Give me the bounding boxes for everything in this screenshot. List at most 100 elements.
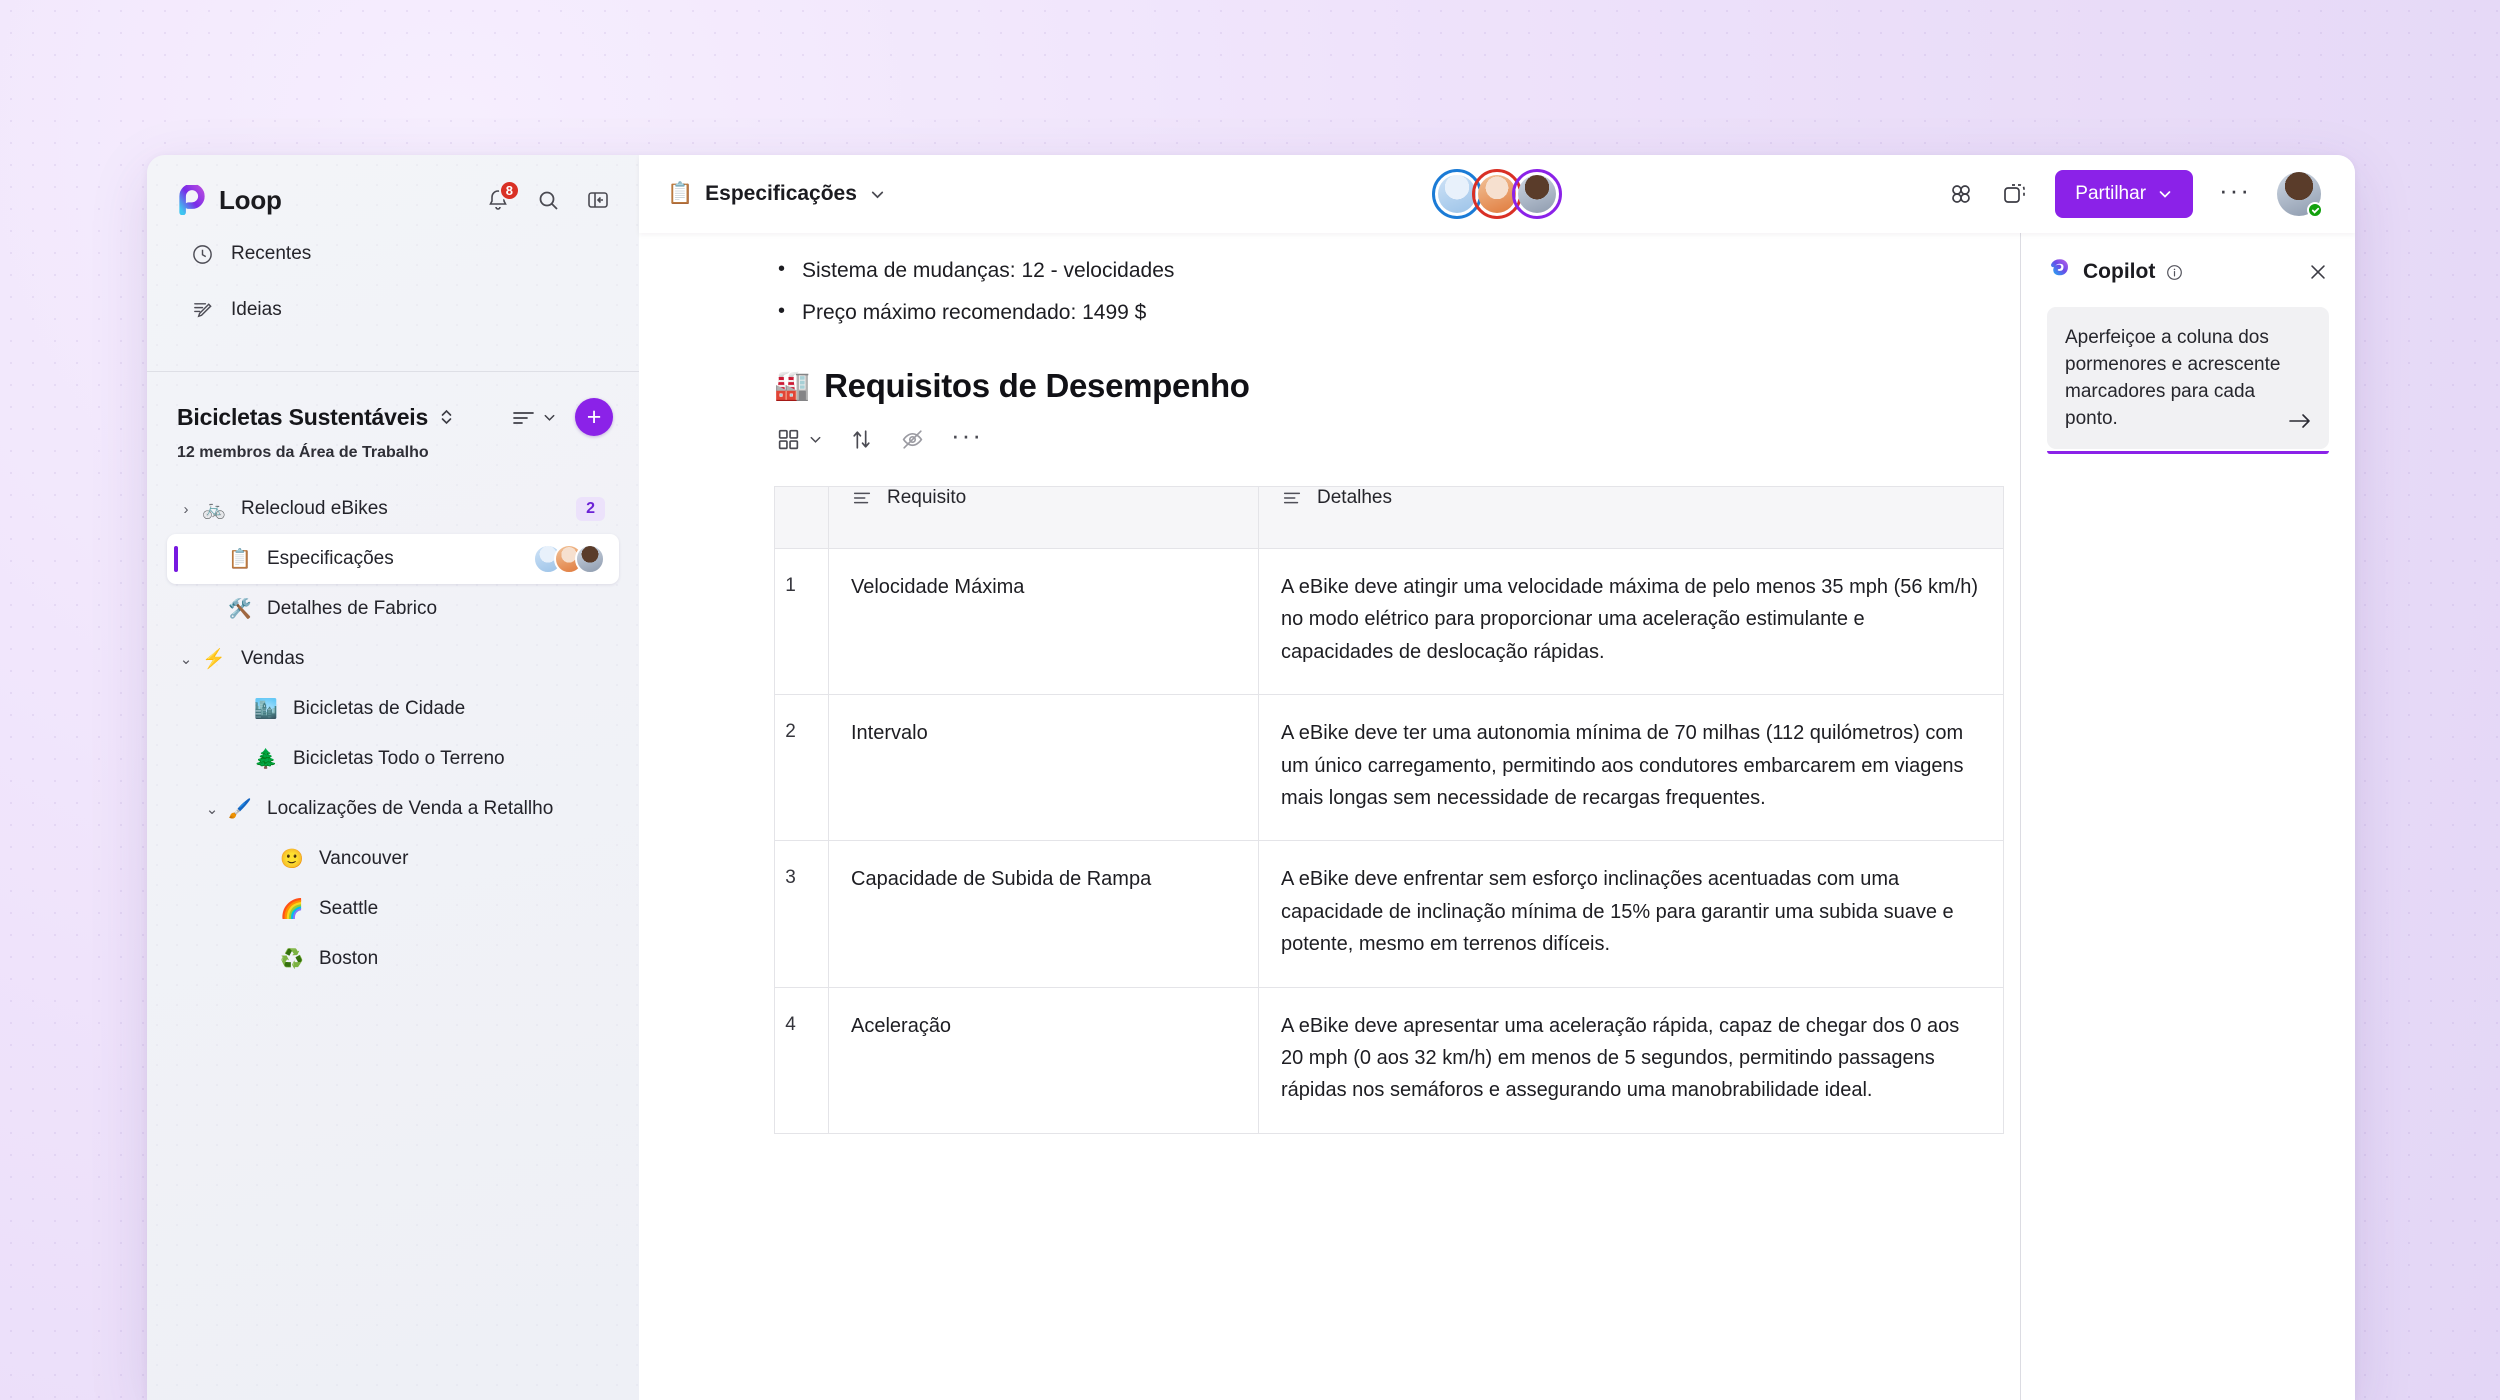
cell-requisito[interactable]: Capacidade de Subida de Rampa <box>828 840 1259 988</box>
share-button[interactable]: Partilhar <box>2055 170 2194 218</box>
page-emoji-icon: 🖌️ <box>228 798 252 820</box>
table-row[interactable]: 2 Intervalo A eBike deve ter uma autonomia… <box>774 694 2004 842</box>
sidebar-item-boston[interactable]: ♻️ Boston <box>167 934 619 984</box>
document-title: Especificações <box>705 182 857 205</box>
notifications-bell-icon[interactable]: 8 <box>483 180 520 215</box>
collapse-panel-icon[interactable] <box>583 185 613 215</box>
search-icon[interactable] <box>533 185 563 215</box>
table-header-row: Requisito Detalhes <box>774 486 2004 550</box>
requirements-table: Requisito Detalhes 1 Velocidade Máxima A… <box>774 486 2004 1134</box>
main-area: 📋 Especificações Partilhar ··· • Sistema… <box>639 155 2355 1400</box>
sidebar-actions: 8 <box>483 180 613 215</box>
sidebar-item-label: Recentes <box>231 243 312 264</box>
copilot-icon <box>2047 257 2072 287</box>
sidebar-item-relecloud-ebikes[interactable]: › 🚲 Relecloud eBikes 2 <box>167 484 619 534</box>
bullet-list: Sistema de mudanças: 12 - velocidades Pr… <box>774 254 2020 330</box>
sidebar-item-seattle[interactable]: 🌈 Seattle <box>167 884 619 934</box>
copilot-suggestion-wrapper: Aperfeiçoe a coluna dos pormenores e acr… <box>2047 307 2329 454</box>
sidebar-item-bicicletas-de-cidade[interactable]: 🏙️ Bicicletas de Cidade <box>167 684 619 734</box>
sidebar-item-vancouver[interactable]: 🙂 Vancouver <box>167 834 619 884</box>
list-item: Sistema de mudanças: 12 - velocidades <box>774 254 2020 288</box>
app-window: Loop 8 Recentes Ideias Bicicletas Susten… <box>147 155 2355 1400</box>
column-header-label: Requisito <box>887 487 967 509</box>
section-heading: 🏭 Requisitos de Desempenho <box>774 367 2020 405</box>
presence-avatars[interactable] <box>1432 169 1562 219</box>
sidebar-item-label: Especificações <box>267 548 394 569</box>
sidebar-item-label: Bicicletas de Cidade <box>293 698 466 719</box>
chevron-down-icon[interactable] <box>869 186 886 203</box>
brand-row: Loop 8 <box>177 177 613 223</box>
chevron-down-icon <box>810 436 821 443</box>
workspace-title[interactable]: Bicicletas Sustentáveis <box>177 404 428 431</box>
sidebar-top: Loop 8 Recentes Ideias <box>147 155 639 353</box>
sidebar-item-label: Ideias <box>231 299 282 320</box>
collaborator-avatars[interactable] <box>533 544 605 574</box>
canvas: Sistema de mudanças: 12 - velocidades Pr… <box>639 233 2355 1400</box>
workspace-header: Bicicletas Sustentáveis + 12 membros da … <box>147 372 639 462</box>
copilot-accent-underline <box>2047 450 2329 454</box>
row-index: 4 <box>774 986 829 1134</box>
factory-icon: 🏭 <box>774 370 811 403</box>
workspace-subtitle: 12 membros da Área de Trabalho <box>177 444 429 461</box>
sidebar-item-label: Relecloud eBikes <box>241 498 388 519</box>
more-options-button[interactable]: ··· <box>2219 177 2251 203</box>
sidebar-item-localiza-es-de-venda-a-retallho[interactable]: ⌄ 🖌️ Localizações de Venda a Retallho <box>167 784 619 834</box>
status-badge <box>2307 202 2323 218</box>
grid-view-icon[interactable] <box>776 427 823 452</box>
table-body: 1 Velocidade Máxima A eBike deve atingir u… <box>774 548 2004 1134</box>
avatar[interactable] <box>1512 169 1562 219</box>
apps-clover-icon[interactable] <box>1947 180 1975 208</box>
sidebar-item-label: Boston <box>319 948 379 969</box>
chevron-down-icon[interactable]: ⌄ <box>199 800 225 818</box>
info-icon[interactable] <box>2166 264 2183 281</box>
row-index: 2 <box>774 694 829 842</box>
sidebar-item-bicicletas-todo-o-terreno[interactable]: 🌲 Bicicletas Todo o Terreno <box>167 734 619 784</box>
page-emoji-icon: 🏙️ <box>254 698 278 720</box>
ellipsis-icon[interactable]: ··· <box>951 422 983 448</box>
page-emoji-icon: 🛠️ <box>228 598 252 620</box>
cell-detalhes[interactable]: A eBike deve apresentar uma aceleração r… <box>1258 986 2004 1134</box>
close-icon[interactable] <box>2307 261 2329 283</box>
sort-lines-icon[interactable] <box>511 407 557 427</box>
table-row[interactable]: 1 Velocidade Máxima A eBike deve atingir u… <box>774 548 2004 696</box>
column-header-requisito[interactable]: Requisito <box>828 486 1259 550</box>
table-row[interactable]: 3 Capacidade de Subida de Rampa A eBike de… <box>774 840 2004 988</box>
user-avatar[interactable] <box>2277 172 2323 218</box>
document-body: Sistema de mudanças: 12 - velocidades Pr… <box>639 233 2020 1134</box>
cell-requisito[interactable]: Velocidade Máxima <box>828 548 1259 696</box>
page-emoji-icon: 🙂 <box>280 848 304 870</box>
chevron-down-icon <box>2159 191 2171 198</box>
table-header: Requisito Detalhes <box>774 486 2004 550</box>
document-title-chip[interactable]: 📋 Especificações <box>667 182 886 206</box>
selected-indicator <box>174 546 178 572</box>
copilot-suggestion-card[interactable]: Aperfeiçoe a coluna dos pormenores e acr… <box>2047 307 2329 449</box>
cell-requisito[interactable]: Aceleração <box>828 986 1259 1134</box>
table-row[interactable]: 4 Aceleração A eBike deve apresentar uma a… <box>774 986 2004 1134</box>
list-item: Preço máximo recomendado: 1499 $ <box>774 296 2020 330</box>
sidebar-item-recentes[interactable]: Recentes <box>177 229 613 279</box>
cell-detalhes[interactable]: A eBike deve ter uma autonomia mínima de… <box>1258 694 2004 842</box>
add-page-button[interactable]: + <box>575 398 613 436</box>
sidebar-item-label: Seattle <box>319 898 379 919</box>
cell-detalhes[interactable]: A eBike deve enfrentar sem esforço incli… <box>1258 840 2004 988</box>
column-header-index <box>774 486 829 550</box>
sidebar-item-ideias[interactable]: Ideias <box>177 285 613 335</box>
notification-badge: 8 <box>498 180 520 201</box>
chevron-down-icon[interactable]: ⌄ <box>173 650 199 668</box>
sidebar-item-especifica-es[interactable]: 📋 Especificações <box>167 534 619 584</box>
sidebar-item-detalhes-de-fabrico[interactable]: 🛠️ Detalhes de Fabrico <box>167 584 619 634</box>
cell-detalhes[interactable]: A eBike deve atingir uma velocidade máxi… <box>1258 548 2004 696</box>
sidebar-item-vendas[interactable]: ⌄ ⚡ Vendas <box>167 634 619 684</box>
sort-arrows-icon[interactable] <box>849 427 874 452</box>
eye-hidden-icon[interactable] <box>900 427 925 452</box>
page-emoji-icon: 🚲 <box>202 498 226 520</box>
chevron-up-down-icon[interactable] <box>438 407 455 427</box>
chevron-right-icon[interactable]: › <box>173 501 199 518</box>
copilot-header: Copilot <box>2047 257 2329 287</box>
document-scroll-area[interactable]: Sistema de mudanças: 12 - velocidades Pr… <box>639 233 2020 1400</box>
text-lines-icon <box>853 492 871 504</box>
duplicate-dashed-icon[interactable] <box>2001 180 2029 208</box>
column-header-detalhes[interactable]: Detalhes <box>1258 486 2004 550</box>
arrow-right-icon[interactable] <box>2287 410 2313 437</box>
cell-requisito[interactable]: Intervalo <box>828 694 1259 842</box>
